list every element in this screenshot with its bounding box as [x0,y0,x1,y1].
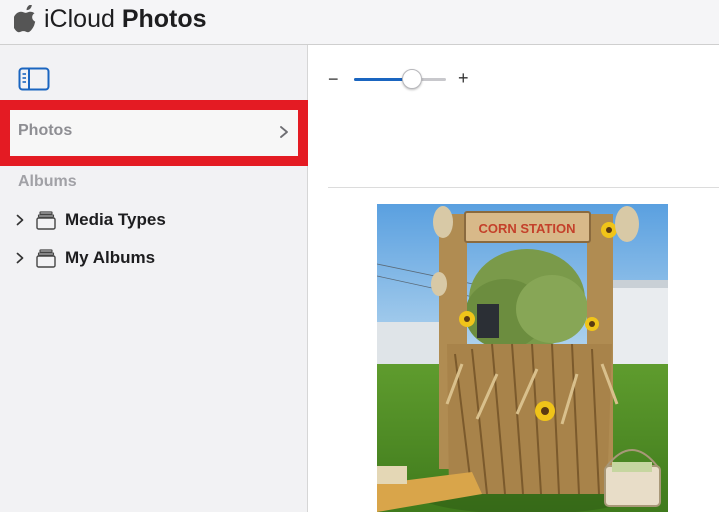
sidebar-item-label: Photos [18,122,73,139]
app-header: iCloud Photos [0,0,719,45]
apple-logo-icon [14,5,36,33]
app-brand: iCloud [44,5,115,33]
sidebar-item-label: Media Types [65,210,166,229]
photo-sign-text: CORN STATION [478,221,575,236]
zoom-slider-thumb[interactable] [401,69,422,89]
chevron-right-icon [280,126,288,138]
app-title: iCloud Photos [44,4,207,34]
albums-section-label: Albums [18,173,77,190]
toolbar-divider [328,187,719,188]
chevron-right-icon[interactable] [15,252,25,264]
app-product-name: Photos [121,5,207,33]
folder-icon [36,211,56,230]
sidebar-item-media-types[interactable]: Media Types [0,205,300,235]
zoom-out-button[interactable]: − [328,69,339,89]
sidebar-item-photos[interactable]: Photos [0,100,308,166]
sidebar: Photos Albums Media Types My Albums [0,45,308,512]
sidebar-item-label: My Albums [65,248,156,267]
chevron-right-icon[interactable] [15,214,25,226]
photo-thumbnail[interactable]: CORN STATION [377,204,668,512]
zoom-in-button[interactable]: + [458,68,469,88]
photo-image: CORN STATION [377,204,668,512]
folder-icon [36,249,56,268]
photo-library-main: − + CORN STATION [308,45,719,512]
zoom-slider-track[interactable] [354,78,446,81]
sidebar-toggle-icon[interactable] [18,67,50,91]
sidebar-item-my-albums[interactable]: My Albums [0,243,300,273]
